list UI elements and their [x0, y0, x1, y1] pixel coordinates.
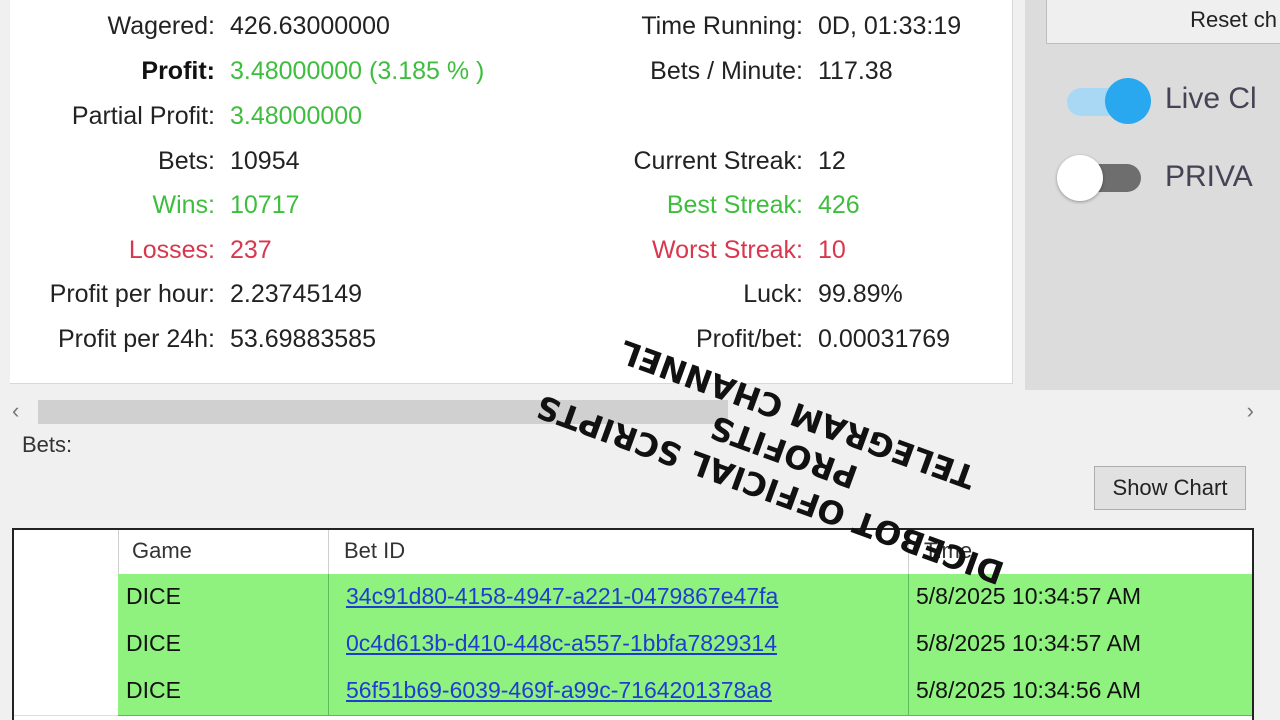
worst-streak-label: Worst Streak: — [652, 236, 803, 264]
cell-divider — [328, 574, 329, 621]
stats-panel: Wagered: 426.63000000 Profit: 3.48000000… — [10, 0, 1013, 384]
profit-value: 3.48000000 (3.185 % ) — [230, 57, 485, 85]
show-chart-button[interactable]: Show Chart — [1094, 466, 1246, 510]
row-cells: DICE 34c91d80-4158-4947-a221-0479867e47f… — [118, 574, 1252, 622]
profit-label: Profit: — [141, 57, 215, 85]
bets-label: Bets: — [158, 147, 215, 175]
bets-per-minute-value: 117.38 — [818, 57, 893, 85]
table-row[interactable]: DICE 34c91d80-4158-4947-a221-0479867e47f… — [14, 574, 1252, 622]
time-running-label: Time Running: — [641, 12, 803, 40]
worst-streak-value: 10 — [818, 236, 846, 264]
column-header-bet-id[interactable]: Bet ID — [344, 538, 405, 564]
losses-label: Losses: — [128, 236, 215, 264]
bet-id-link[interactable]: 56f51b69-6039-469f-a99c-7164201378a8 — [346, 677, 772, 704]
scroll-left-icon[interactable]: ‹ — [12, 398, 19, 424]
profit-per-24h-label: Profit per 24h: — [57, 325, 215, 353]
luck-value: 99.89% — [818, 280, 903, 308]
live-toggle-thumb — [1105, 78, 1151, 124]
bet-id-link[interactable]: 0c4d613b-d410-448c-a557-1bbfa7829314 — [346, 630, 777, 657]
row-cells: DICE 56f51b69-6039-469f-a99c-7164201378a… — [118, 668, 1252, 716]
wins-value: 10717 — [230, 191, 300, 219]
bet-id-link[interactable]: 34c91d80-4158-4947-a221-0479867e47fa — [346, 583, 778, 610]
profit-per-24h-value: 53.69883585 — [230, 325, 376, 353]
row-header[interactable] — [14, 668, 118, 716]
cell-divider — [908, 621, 909, 668]
row-header[interactable] — [14, 574, 118, 622]
profit-per-hour-label: Profit per hour: — [49, 280, 215, 308]
profit-bet-value: 0.00031769 — [818, 325, 951, 353]
cell-divider — [328, 621, 329, 668]
column-divider — [118, 530, 119, 574]
luck-label: Luck: — [743, 280, 803, 308]
privacy-label: PRIVA — [1165, 160, 1253, 193]
table-header: Game Bet ID Time — [14, 530, 1252, 575]
column-header-game[interactable]: Game — [132, 538, 192, 564]
best-streak-value: 426 — [818, 191, 860, 219]
losses-value: 237 — [230, 236, 272, 264]
best-streak-label: Best Streak: — [666, 191, 803, 219]
profit-per-hour-value: 2.23745149 — [230, 280, 363, 308]
cell-divider — [908, 668, 909, 715]
cell-divider — [328, 668, 329, 715]
table-row[interactable]: DICE 0c4d613b-d410-448c-a557-1bbfa782931… — [14, 621, 1252, 669]
table-row[interactable]: DICE 56f51b69-6039-469f-a99c-7164201378a… — [14, 668, 1252, 716]
row-cells: DICE 0c4d613b-d410-448c-a557-1bbfa782931… — [118, 621, 1252, 669]
time-cell: 5/8/2025 10:34:57 AM — [916, 630, 1142, 656]
column-divider — [328, 530, 329, 574]
current-streak-value: 12 — [818, 147, 846, 175]
scroll-right-icon[interactable]: › — [1247, 398, 1254, 424]
time-cell: 5/8/2025 10:34:56 AM — [916, 677, 1142, 703]
partial-profit-value: 3.48000000 — [230, 102, 363, 130]
bets-table: Game Bet ID Time DICE 34c91d80-4158-4947… — [12, 528, 1254, 720]
cell-divider — [908, 574, 909, 621]
row-header[interactable] — [14, 621, 118, 669]
bets-value: 10954 — [230, 147, 300, 175]
wins-label: Wins: — [152, 191, 216, 219]
wagered-label: Wagered: — [107, 12, 215, 40]
partial-profit-label: Partial Profit: — [71, 102, 215, 130]
game-cell: DICE — [126, 630, 181, 656]
bets-per-minute-label: Bets / Minute: — [650, 57, 803, 85]
live-chart-label: Live Cl — [1165, 82, 1257, 115]
privacy-toggle-thumb — [1057, 155, 1103, 201]
reset-chart-button[interactable]: Reset ch — [1046, 0, 1280, 44]
time-cell: 5/8/2025 10:34:57 AM — [916, 583, 1142, 609]
game-cell: DICE — [126, 677, 181, 703]
wagered-value: 426.63000000 — [230, 12, 390, 40]
game-cell: DICE — [126, 583, 181, 609]
options-panel: Reset ch Live Cl PRIVA — [1025, 0, 1280, 390]
bets-section-label: Bets: — [22, 432, 73, 457]
current-streak-label: Current Streak: — [633, 147, 803, 175]
time-running-value: 0D, 01:33:19 — [818, 12, 962, 40]
